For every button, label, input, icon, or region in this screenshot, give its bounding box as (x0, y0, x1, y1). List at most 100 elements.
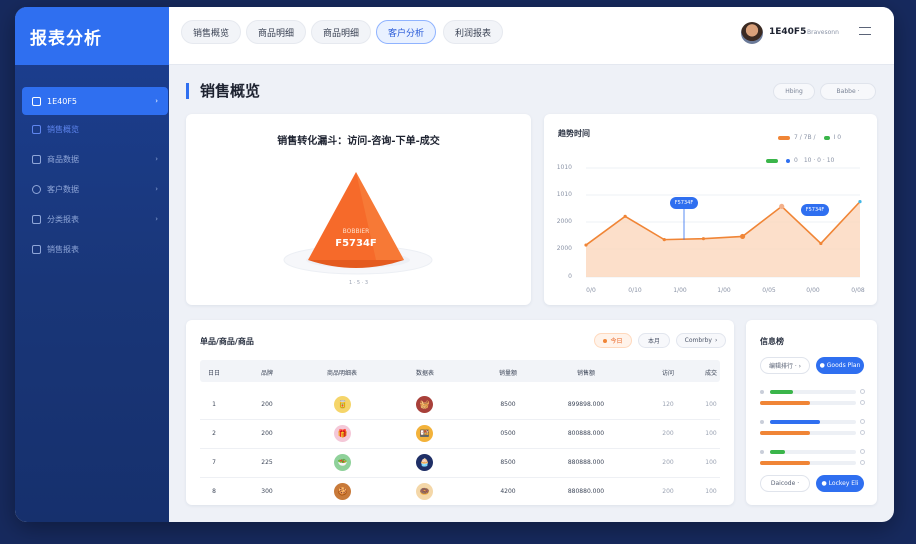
rank-toggle-dot[interactable] (860, 389, 865, 394)
header-button-1[interactable]: Hbing (773, 83, 815, 100)
product-icon: 🧁 (416, 454, 433, 471)
ranking-title: 信息榜 (760, 337, 784, 346)
rank-track-bar (770, 450, 856, 454)
filter-month-button[interactable]: 本月 (638, 333, 670, 348)
tag-icon (32, 214, 41, 224)
x-tick-label: 1/00 (673, 287, 687, 294)
rank-track-bar (770, 390, 856, 394)
column-header: 品牌 (260, 370, 273, 377)
report-icon (32, 244, 41, 254)
hamburger-menu-icon[interactable] (859, 27, 871, 35)
tab-product-detail[interactable]: 商品明细 (246, 20, 306, 44)
rank-toggle-dot[interactable] (860, 419, 865, 424)
row-divider (200, 419, 720, 420)
chart-callout-2: F5734F (801, 204, 829, 216)
funnel-graphic (283, 172, 433, 275)
column-header: 销售额 (576, 370, 595, 377)
cell-brand: 200 (261, 401, 273, 408)
avatar[interactable] (741, 22, 763, 44)
page-title: 销售概览 (186, 83, 260, 99)
x-tick-label: 0/10 (628, 287, 642, 294)
data-point[interactable] (739, 233, 746, 240)
data-point[interactable] (584, 243, 588, 247)
product-icon: 🎁 (334, 425, 351, 442)
ranking-footer-button[interactable]: Daicode · (760, 475, 810, 492)
rank-track-fill (770, 450, 785, 454)
rank-value-fill (760, 401, 810, 405)
cell-index: 2 (212, 430, 216, 437)
cell-brand: 300 (261, 488, 273, 495)
data-point[interactable] (623, 214, 627, 218)
cell-deals: 100 (705, 401, 717, 408)
x-tick-label: 0/08 (851, 287, 865, 294)
chevron-right-icon: › (155, 155, 158, 163)
funnel-card: 销售转化漏斗：访问-咨询-下单-成交 BOBBIER F5734F 1 · 5 … (186, 114, 531, 305)
funnel-small-label: BOBBIER (342, 228, 370, 235)
rank-dot (760, 390, 764, 394)
column-header: 日日 (207, 370, 220, 377)
data-point[interactable] (701, 237, 706, 241)
chevron-right-icon: › (714, 337, 718, 344)
rank-toggle-dot[interactable] (860, 430, 865, 435)
column-header: 成交 (704, 370, 717, 377)
data-point[interactable] (662, 238, 666, 242)
table-title: 单品/商品/商品 (200, 337, 254, 346)
product-table-card: 单品/商品/商品 今日 本月 Combrby › 日日 品牌 商品明细表 数据表… (186, 320, 734, 505)
cell-index: 8 (212, 488, 216, 495)
row-divider (200, 448, 720, 449)
trend-chart-card: 趋势时间 7 / 7B / I 0 0 10 · 0 · 10 1010 101… (544, 114, 877, 305)
tab-customer-analysis[interactable]: 客户分析 (376, 20, 436, 44)
x-tick-label: 0/0 (586, 287, 596, 294)
top-bar: 销售概览 商品明细 商品明细 客户分析 利润报表 1E40F5 Braveson… (169, 7, 894, 65)
row-divider (200, 477, 720, 478)
data-point[interactable] (779, 203, 785, 210)
cell-volume: 8500 (500, 401, 516, 408)
rank-value-fill (760, 461, 810, 465)
cell-volume: 4200 (500, 488, 516, 495)
filter-dropdown[interactable]: Combrby › (676, 333, 726, 348)
user-name: 1E40F5 (769, 27, 807, 37)
cell-amount: 880888.000 (567, 459, 605, 466)
header-button-2[interactable]: Babbe · (820, 83, 876, 100)
sidebar-item-sales-overview[interactable]: 销售概览 (22, 115, 168, 143)
column-header: 商品明细表 (326, 370, 357, 377)
sidebar-item-category-report[interactable]: 分类报表 › (22, 205, 168, 233)
sidebar-item-label: 销售概览 (47, 124, 79, 134)
rank-dot (760, 450, 764, 454)
ranking-card: 信息榜 编辑排行 · › ● Goods Plan Daicode · ● Lo… (746, 320, 877, 505)
tab-sales-overview[interactable]: 销售概览 (181, 20, 241, 44)
ranking-primary-button[interactable]: ● Goods Plan (816, 357, 864, 374)
data-point[interactable] (858, 200, 862, 204)
sidebar-item-product-data[interactable]: 商品数据 › (22, 145, 168, 173)
rank-toggle-dot[interactable] (860, 400, 865, 405)
ranking-edit-button[interactable]: 编辑排行 · › (760, 357, 810, 374)
chevron-right-icon: › (155, 97, 158, 105)
data-point[interactable] (819, 241, 823, 246)
cell-index: 7 (212, 459, 216, 466)
user-icon (32, 184, 41, 194)
cell-deals: 100 (705, 430, 717, 437)
filter-today-button[interactable]: 今日 (594, 333, 632, 348)
rank-toggle-dot[interactable] (860, 449, 865, 454)
cell-index: 1 (212, 401, 216, 408)
rank-value-bar (760, 431, 856, 435)
sidebar-item-customer-data[interactable]: 客户数据 › (22, 175, 168, 203)
sidebar-item-sales-report[interactable]: 销售报表 (22, 235, 168, 263)
cell-deals: 100 (705, 488, 717, 495)
ranking-footer-primary-button[interactable]: ● Lockey Eli (816, 475, 864, 492)
cell-volume: 8500 (500, 459, 516, 466)
rank-value-bar (760, 461, 856, 465)
x-tick-label: 0/00 (806, 287, 820, 294)
filter-today-label: 今日 (610, 338, 623, 345)
tab-profit-report[interactable]: 利润报表 (443, 20, 503, 44)
product-icon: 🍩 (416, 483, 433, 500)
sidebar-item-label: 销售报表 (47, 244, 79, 254)
rank-track-bar (770, 420, 856, 424)
tab-product-detail-2[interactable]: 商品明细 (311, 20, 371, 44)
cell-amount: 880880.000 (567, 488, 605, 495)
sidebar-item-1e40f5[interactable]: 1E40F5 › (22, 87, 168, 115)
box-icon (32, 154, 41, 164)
product-icon: 🥗 (334, 454, 351, 471)
rank-toggle-dot[interactable] (860, 460, 865, 465)
rank-track-fill (770, 420, 820, 424)
